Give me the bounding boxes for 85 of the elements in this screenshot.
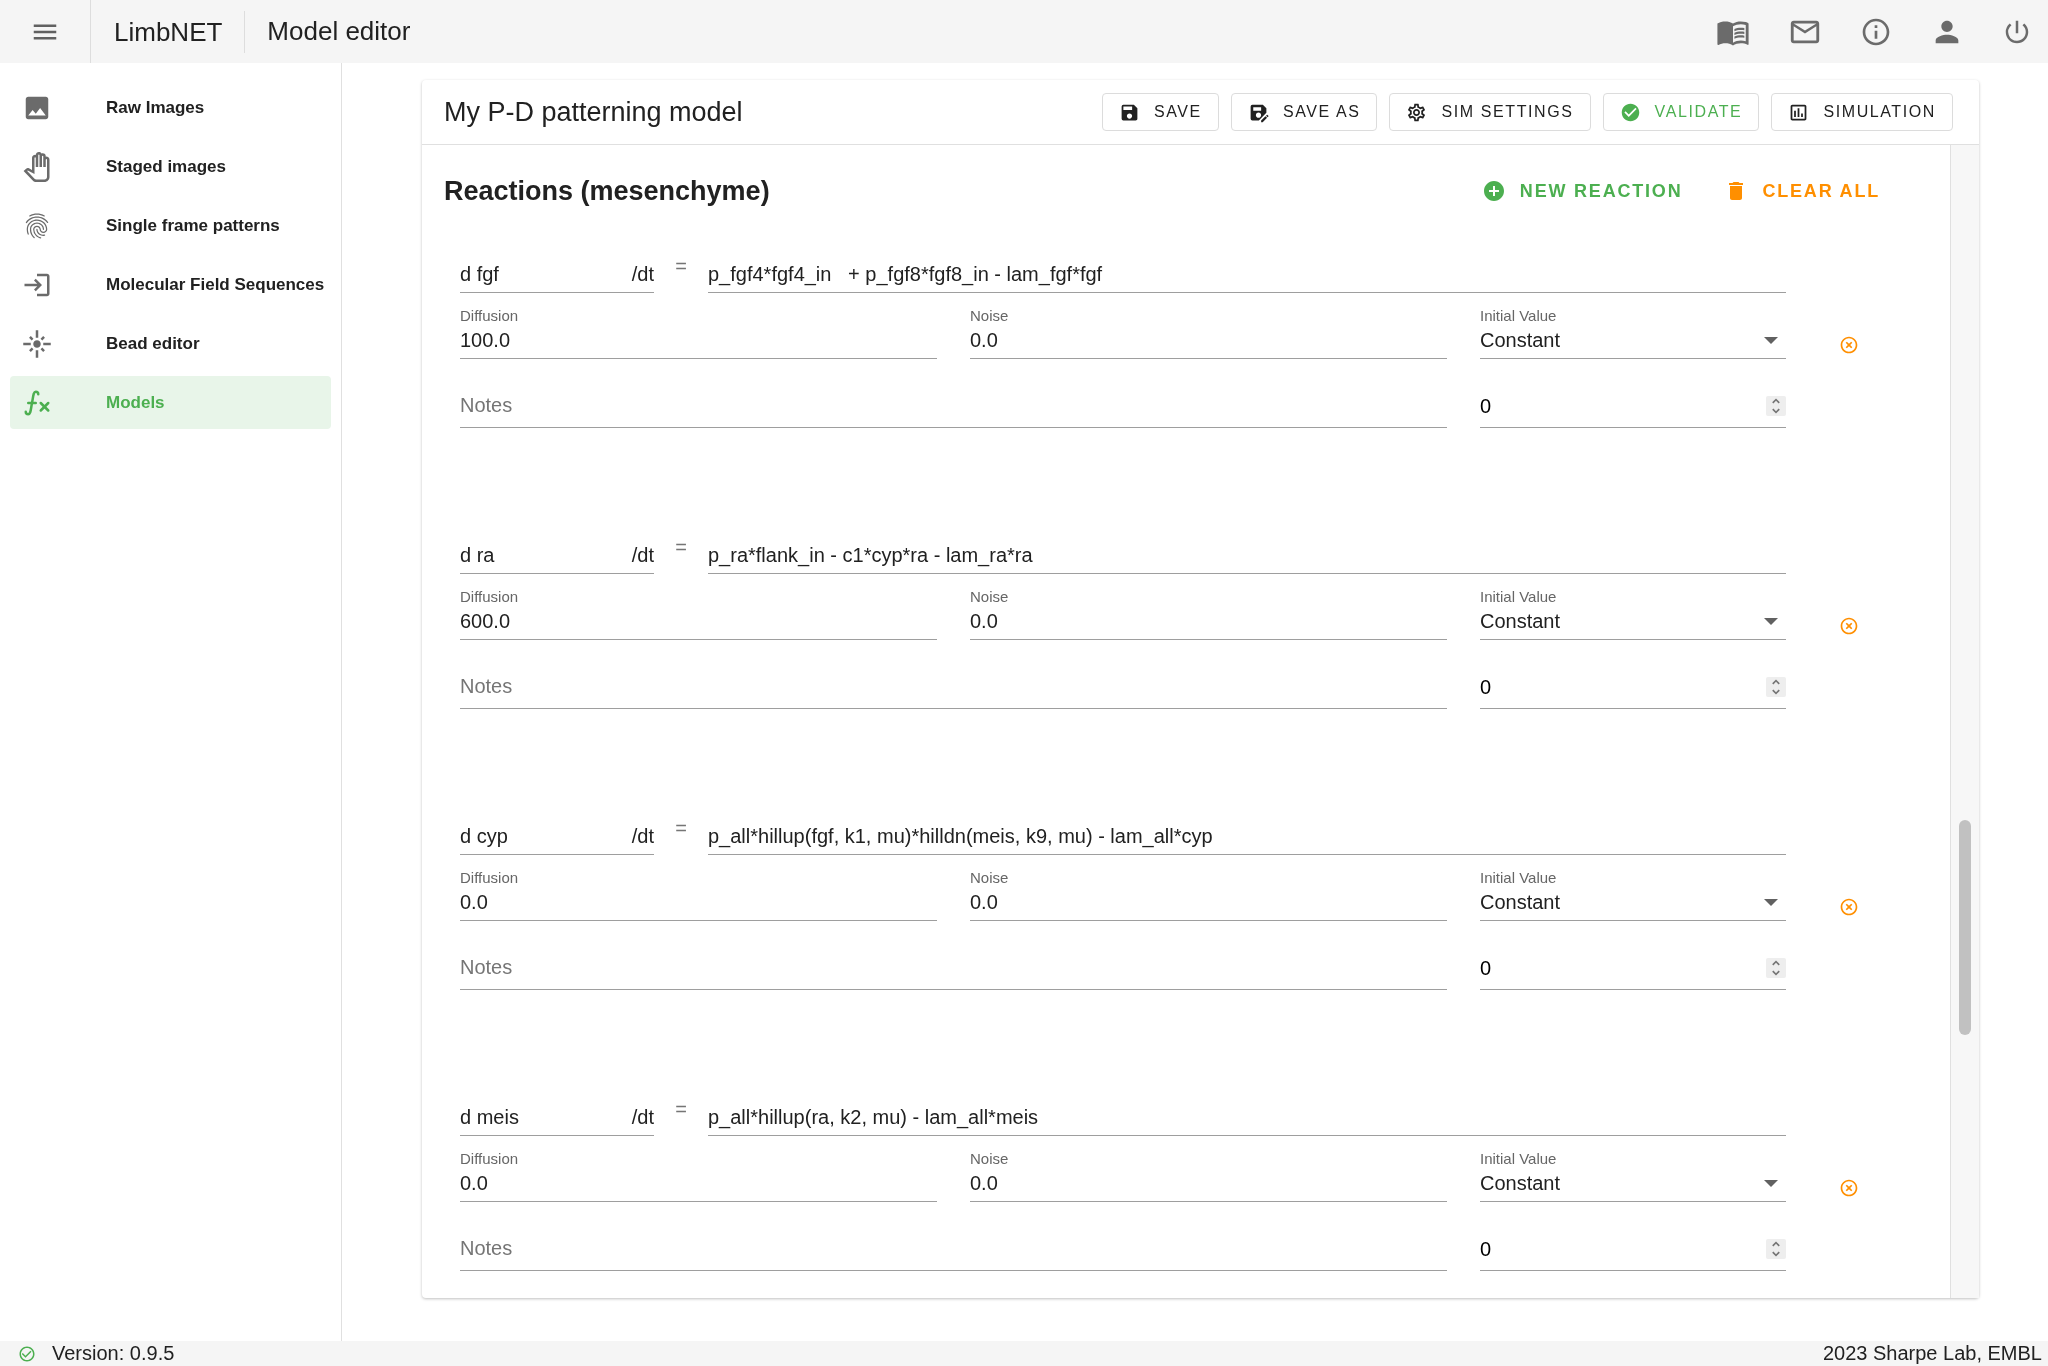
dt-suffix: /dt [631,263,654,286]
species-field[interactable]: d fgf /dt [460,263,654,293]
sparkle-icon [22,328,52,359]
gear-icon [1406,101,1428,123]
page-title: Model editor [266,16,412,47]
equals-sign: = [674,254,688,278]
notes-field[interactable]: Notes [460,1230,1447,1271]
field-label: Noise [970,1150,1009,1167]
diffusion-field[interactable]: 600.0 [460,608,937,640]
initial-value-select[interactable]: Constant [1480,327,1786,359]
app-title: LimbNET [91,10,246,53]
sidebar-item[interactable]: Bead editor [10,317,331,370]
close-icon [1839,897,1859,917]
dt-suffix: /dt [631,1106,654,1129]
noise-field[interactable]: 0.0 [970,889,1447,921]
dt-suffix: /dt [631,825,654,848]
number-field[interactable]: 0 [1480,394,1766,418]
sidebar-item-label: Raw Images [106,97,205,118]
field-label: Diffusion [460,869,519,886]
field-label: Initial Value [1480,1150,1557,1167]
close-icon [1839,616,1859,636]
version-text: Version: 0.9.5 [52,1342,175,1365]
sidebar-item-label: Staged images [106,156,226,177]
initial-value-select[interactable]: Constant [1480,608,1786,640]
field-label: Noise [970,588,1009,605]
close-icon [1839,335,1859,355]
model-name: My P-D patterning model [444,96,744,128]
initial-value-select[interactable]: Constant [1480,1170,1786,1202]
toolbar-button[interactable]: SIM SETTINGS [1389,93,1591,131]
equals-sign: = [674,816,688,840]
field-label: Diffusion [460,588,519,605]
sidebar-item-label: Models [106,392,165,413]
caret-icon [1764,618,1778,625]
field-label: Diffusion [460,1150,519,1167]
species-name: d meis [460,1106,519,1129]
caret-icon [1764,337,1778,344]
field-label: Initial Value [1480,588,1557,605]
equals-sign: = [674,1097,688,1121]
sidebar-item-label: Single frame patterns [106,215,280,236]
sidebar-item-label: Bead editor [106,333,200,354]
equation-field[interactable]: p_all*hillup(fgf, k1, mu)*hilldn(meis, k9, mu) - lam_all*cyp [708,825,1786,855]
noise-field[interactable]: 0.0 [970,327,1447,359]
noise-field[interactable]: 0.0 [970,608,1447,640]
toolbar-button[interactable]: SAVE [1101,93,1219,131]
species-name: d cyp [460,825,508,848]
species-field[interactable]: d meis /dt [460,1106,654,1136]
sidebar-item-label: Molecular Field Sequences [106,274,325,295]
credit-text: 2023 Sharpe Lab, EMBL [1822,1342,2042,1365]
toolbar-button[interactable]: SIMULATION [1771,93,1953,131]
diffusion-field[interactable]: 0.0 [460,889,937,921]
number-field[interactable]: 0 [1480,1237,1766,1261]
caret-icon [1764,899,1778,906]
diffusion-field[interactable]: 0.0 [460,1170,937,1202]
equation-field[interactable]: p_fgf4*fgf4_in + p_fgf8*fgf8_in - lam_fgf*fgf [708,263,1786,293]
sidebar-item[interactable]: Raw Images [10,81,331,134]
equals-sign: = [674,535,688,559]
hand-icon [22,151,52,182]
diffusion-field[interactable]: 100.0 [460,327,937,359]
species-name: d fgf [460,263,499,286]
scrollbar-thumb[interactable] [1959,820,1971,1035]
number-field[interactable]: 0 [1480,675,1766,699]
number-field[interactable]: 0 [1480,956,1766,980]
field-label: Noise [970,869,1009,886]
equation-field[interactable]: p_ra*flank_in - c1*cyp*ra - lam_ra*ra [708,544,1786,574]
notes-field[interactable]: Notes [460,949,1447,990]
species-name: d ra [460,544,495,567]
dt-suffix: /dt [631,544,654,567]
section-title: Reactions (mesenchyme) [444,175,771,207]
notes-field[interactable]: Notes [460,668,1447,709]
close-icon [1839,1178,1859,1198]
species-field[interactable]: d ra /dt [460,544,654,574]
caret-icon [1764,1180,1778,1187]
notes-field[interactable]: Notes [460,387,1447,428]
sidebar-item[interactable]: Staged images [10,140,331,193]
noise-field[interactable]: 0.0 [970,1170,1447,1202]
species-field[interactable]: d cyp /dt [460,825,654,855]
toolbar-button[interactable]: SAVE AS [1230,93,1378,131]
field-label: Initial Value [1480,869,1557,886]
sidebar-item[interactable]: Molecular Field Sequences [10,258,331,311]
field-label: Initial Value [1480,307,1557,324]
equation-field[interactable]: p_all*hillup(ra, k2, mu) - lam_all*meis [708,1106,1786,1136]
sidebar-item[interactable]: Single frame patterns [10,199,331,252]
initial-value-select[interactable]: Constant [1480,889,1786,921]
field-label: Noise [970,307,1009,324]
field-label: Diffusion [460,307,519,324]
